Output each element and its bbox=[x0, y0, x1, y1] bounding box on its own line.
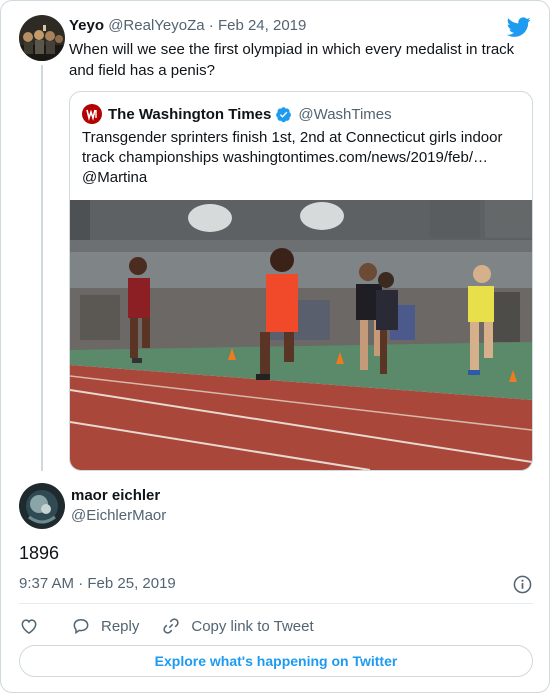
explore-button[interactable]: Explore what's happening on Twitter bbox=[19, 645, 533, 677]
quoted-header: The Washington Times @WashTimes bbox=[82, 104, 392, 124]
washington-times-logo bbox=[82, 104, 102, 124]
reply-author-handle[interactable]: @EichlerMaor bbox=[71, 507, 166, 524]
thread-line bbox=[41, 65, 43, 471]
reply-button[interactable]: Reply bbox=[71, 616, 139, 636]
copy-link-label: Copy link to Tweet bbox=[191, 617, 314, 635]
quoted-text: Transgender sprinters finish 1st, 2nd at… bbox=[82, 129, 503, 186]
link-icon bbox=[163, 618, 180, 634]
quoted-media-image[interactable] bbox=[70, 200, 532, 470]
tweet-card: Yeyo @RealYeyoZa · Feb 24, 2019 When wil… bbox=[0, 0, 550, 693]
author-handle[interactable]: @RealYeyoZa bbox=[108, 17, 204, 34]
tweet-text: When will we see the first olympiad in w… bbox=[69, 41, 515, 79]
twitter-bird-icon[interactable] bbox=[506, 15, 531, 39]
copy-link-button[interactable]: Copy link to Tweet bbox=[161, 616, 314, 636]
reply-label: Reply bbox=[101, 617, 140, 635]
reply-bubble-icon bbox=[73, 618, 89, 635]
tweet-header: Yeyo @RealYeyoZa · Feb 24, 2019 bbox=[69, 17, 306, 34]
info-icon[interactable] bbox=[513, 575, 532, 594]
quoted-tweet[interactable]: The Washington Times @WashTimes Transgen… bbox=[69, 91, 533, 471]
heart-icon bbox=[21, 619, 37, 634]
author-avatar[interactable] bbox=[19, 15, 65, 61]
author-name[interactable]: Yeyo bbox=[69, 17, 104, 34]
verified-badge-icon bbox=[276, 106, 292, 122]
action-bar: Reply Copy link to Tweet bbox=[19, 615, 336, 637]
reply-author-avatar[interactable] bbox=[19, 483, 65, 529]
quoted-author-name[interactable]: The Washington Times bbox=[108, 106, 271, 123]
reply-text: 1896 bbox=[19, 543, 60, 563]
quoted-author-handle[interactable]: @WashTimes bbox=[298, 106, 391, 123]
reply-timestamp[interactable]: 9:37 AM · Feb 25, 2019 bbox=[19, 575, 176, 592]
tweet-date[interactable]: Feb 24, 2019 bbox=[218, 17, 306, 34]
divider bbox=[19, 603, 533, 604]
header-separator: · bbox=[208, 17, 214, 34]
like-button[interactable] bbox=[19, 616, 49, 636]
reply-author-name[interactable]: maor eichler bbox=[71, 487, 160, 504]
